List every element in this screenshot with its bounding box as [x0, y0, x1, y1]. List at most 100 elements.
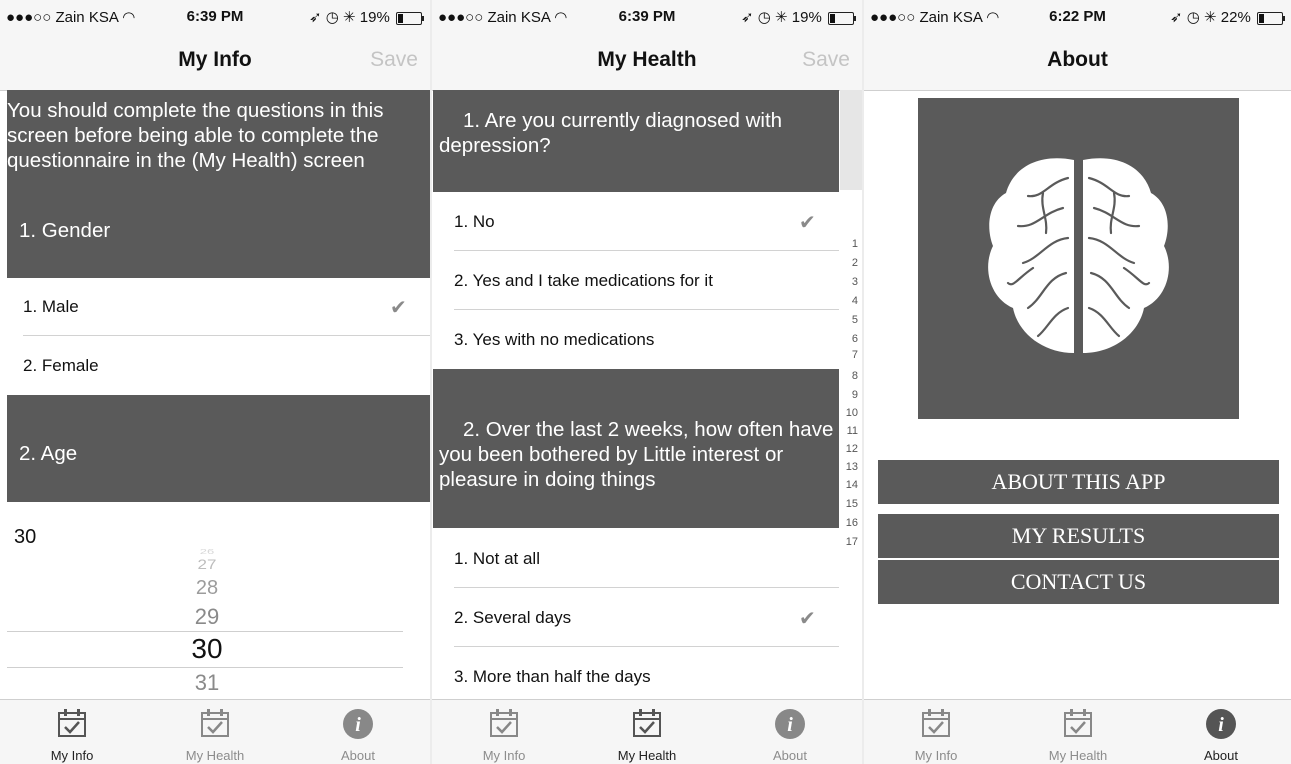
- save-button[interactable]: Save: [370, 48, 418, 72]
- calendar-check-icon: [200, 708, 230, 743]
- tab-my-info[interactable]: My Info: [866, 700, 1006, 764]
- tab-my-info[interactable]: My Info: [2, 700, 142, 764]
- picker-item[interactable]: 31: [7, 670, 407, 696]
- battery-percent: 19%: [359, 9, 390, 26]
- tab-label: About: [1204, 748, 1238, 763]
- status-right: ➶ ◷ ✳ 19%: [309, 8, 424, 26]
- bluetooth-icon: ✳: [343, 9, 356, 26]
- divider: [454, 250, 839, 251]
- picker-item[interactable]: 26: [7, 547, 407, 555]
- battery-percent: 22%: [1220, 9, 1251, 26]
- my-results-button[interactable]: MY RESULTS: [878, 514, 1279, 558]
- picker-selection-line: [7, 667, 403, 668]
- info-icon: i: [774, 708, 806, 745]
- index-item[interactable]: 9: [838, 390, 858, 401]
- svg-text:i: i: [787, 714, 793, 736]
- index-item[interactable]: 14: [838, 480, 858, 491]
- status-bar: ●●●○○ Zain KSA ◠ 6:39 PM ➶ ◷ ✳ 19%: [0, 0, 430, 34]
- alarm-icon: ◷: [325, 9, 339, 26]
- index-item[interactable]: 2: [838, 258, 858, 269]
- my-health-screen: ●●●○○ Zain KSA ◠ 6:39 PM ➶ ◷ ✳ 19% My He…: [432, 0, 862, 764]
- about-this-app-button[interactable]: ABOUT THIS APP: [878, 460, 1279, 504]
- tab-bar: My Info My Health i About: [432, 699, 862, 764]
- interest-question-block: 2. Over the last 2 weeks, how often have…: [433, 369, 839, 528]
- option-not-at-all[interactable]: 1. Not at all: [454, 549, 540, 569]
- screens: ●●●○○ Zain KSA ◠ 6:39 PM ➶ ◷ ✳ 19% My In…: [0, 0, 1291, 764]
- option-more-than-half[interactable]: 3. More than half the days: [454, 667, 651, 687]
- picker-item[interactable]: 29: [7, 604, 407, 630]
- intro-text: You should complete the questions in thi…: [7, 99, 384, 172]
- tab-label: My Info: [914, 748, 958, 763]
- tab-bar: My Info My Health i About: [864, 699, 1291, 764]
- index-item[interactable]: 16: [838, 518, 858, 529]
- picker-item[interactable]: 27: [7, 557, 407, 573]
- bluetooth-icon: ✳: [1204, 9, 1217, 26]
- picker-item-selected[interactable]: 30: [7, 633, 407, 665]
- tab-my-health[interactable]: My Health: [1008, 700, 1148, 764]
- index-item[interactable]: 4: [838, 296, 858, 307]
- info-icon: i: [1205, 708, 1237, 745]
- tab-my-health[interactable]: My Health: [145, 700, 285, 764]
- divider: [454, 646, 839, 647]
- tab-about[interactable]: i About: [1151, 700, 1291, 764]
- option-male[interactable]: 1. Male: [23, 297, 79, 317]
- index-item[interactable]: 11: [838, 426, 858, 437]
- tab-my-health[interactable]: My Health: [577, 700, 717, 764]
- page-title: About: [1047, 48, 1108, 71]
- tab-label: My Health: [185, 748, 245, 763]
- question-age: 2. Age: [19, 442, 78, 465]
- index-item[interactable]: 3: [838, 277, 858, 288]
- bluetooth-icon: ✳: [775, 9, 788, 26]
- index-item[interactable]: 7: [838, 350, 858, 361]
- info-icon: i: [342, 708, 374, 745]
- index-item[interactable]: 12: [838, 444, 858, 455]
- battery-icon: [396, 11, 424, 25]
- tab-bar: My Info My Health i About: [0, 699, 430, 764]
- option-yes-medications[interactable]: 2. Yes and I take medications for it: [454, 271, 713, 291]
- picker-selection-line: [7, 631, 403, 632]
- svg-text:i: i: [1218, 714, 1224, 736]
- tab-label: My Health: [1048, 748, 1108, 763]
- tab-about[interactable]: i About: [288, 700, 428, 764]
- tab-label: My Info: [482, 748, 526, 763]
- question-interest: 2. Over the last 2 weeks, how often have…: [439, 418, 834, 491]
- calendar-check-icon: [57, 708, 87, 743]
- index-item[interactable]: 6: [838, 334, 858, 345]
- divider: [454, 309, 839, 310]
- option-several-days[interactable]: 2. Several days: [454, 608, 571, 628]
- index-item[interactable]: 1: [838, 239, 858, 250]
- age-picker[interactable]: 26 27 28 29 30 31: [7, 540, 407, 700]
- index-item[interactable]: 17: [838, 537, 858, 548]
- question-depression: 1. Are you currently diagnosed with depr…: [439, 109, 783, 157]
- option-yes-no-medications[interactable]: 3. Yes with no medications: [454, 330, 654, 350]
- index-item[interactable]: 10: [838, 408, 858, 419]
- status-bar: ●●●○○ Zain KSA ◠ 6:39 PM ➶ ◷ ✳ 19%: [432, 0, 862, 34]
- section-index[interactable]: 1 2 3 4 5 6 7 8 9 10 11 12 13 14 15 16 1…: [832, 0, 862, 764]
- divider: [23, 335, 430, 336]
- about-screen: ●●●○○ Zain KSA ◠ 6:22 PM ➶ ◷ ✳ 22% About: [864, 0, 1291, 764]
- picker-item[interactable]: 28: [7, 577, 407, 600]
- battery-percent: 19%: [791, 9, 822, 26]
- tab-about[interactable]: i About: [720, 700, 860, 764]
- location-arrow-icon: ➶: [309, 9, 322, 26]
- page-title: My Info: [178, 48, 252, 71]
- index-item[interactable]: 15: [838, 499, 858, 510]
- location-arrow-icon: ➶: [741, 9, 754, 26]
- index-item[interactable]: 13: [838, 462, 858, 473]
- brain-logo: [918, 98, 1239, 419]
- option-female[interactable]: 2. Female: [23, 356, 99, 376]
- status-right: ➶ ◷ ✳ 22%: [1170, 8, 1285, 26]
- index-item[interactable]: 8: [838, 371, 858, 382]
- calendar-check-icon: [921, 708, 951, 743]
- checkmark-icon: ✔: [799, 608, 816, 630]
- alarm-icon: ◷: [1186, 9, 1200, 26]
- tab-label: About: [773, 748, 807, 763]
- svg-text:i: i: [355, 714, 361, 736]
- tab-label: My Info: [50, 748, 94, 763]
- tab-label: About: [341, 748, 375, 763]
- nav-bar: About: [864, 34, 1291, 91]
- tab-my-info[interactable]: My Info: [434, 700, 574, 764]
- option-no[interactable]: 1. No: [454, 212, 495, 232]
- contact-us-button[interactable]: CONTACT US: [878, 560, 1279, 604]
- index-item[interactable]: 5: [838, 315, 858, 326]
